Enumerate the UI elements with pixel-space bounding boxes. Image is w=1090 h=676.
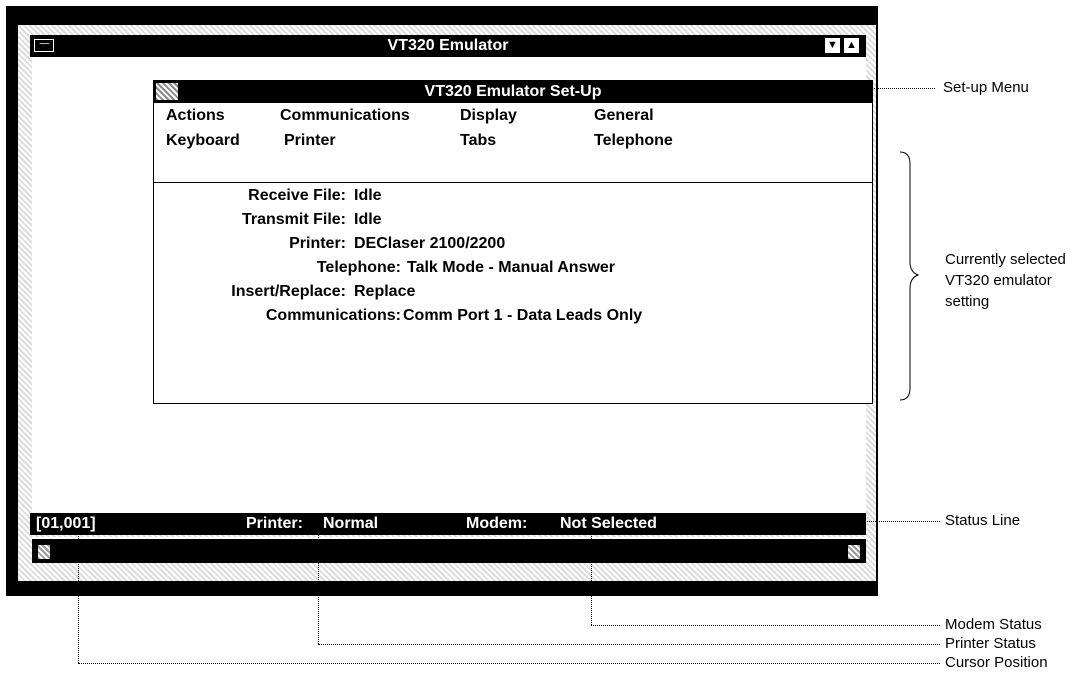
setting-value: DEClaser 2100/2200	[354, 235, 506, 252]
bracket-icon	[899, 151, 920, 401]
callout-status-line: Status Line	[945, 512, 1021, 529]
title-bar[interactable]: ~~ VT320 Emulator ▼ ▲	[30, 35, 866, 57]
minimize-button[interactable]: ▼	[824, 37, 841, 54]
modem-status-value: Not Selected	[560, 515, 657, 532]
printer-leader-v	[318, 528, 319, 644]
setup-title-bar[interactable]: VT320 Emulator Set-Up	[154, 81, 872, 103]
printer-status-label: Printer:	[246, 515, 303, 532]
setting-value: Talk Mode - Manual Answer	[407, 259, 616, 276]
setting-row: Telephone: Talk Mode - Manual Answer	[154, 259, 872, 281]
setup-dialog: VT320 Emulator Set-Up Actions Communicat…	[153, 80, 873, 404]
callout-cursor-position: Cursor Position	[945, 654, 1048, 671]
callout-current-setting-line3: setting	[945, 293, 990, 310]
setting-value: Idle	[354, 211, 382, 228]
callout-setup-menu: Set-up Menu	[943, 79, 1029, 96]
setting-label: Transmit File:	[241, 211, 346, 228]
modem-leader-h	[591, 625, 940, 626]
maximize-button[interactable]: ▲	[843, 37, 860, 54]
cursor-leader-h	[78, 663, 940, 664]
callout-current-setting-line1: Currently selected	[945, 251, 1066, 268]
setting-row: Insert/Replace: Replace	[154, 283, 872, 305]
printer-leader-h	[318, 644, 940, 645]
menu-display[interactable]: Display	[460, 107, 517, 125]
setup-title: VT320 Emulator Set-Up	[424, 83, 602, 100]
setting-row: Receive File: Idle	[154, 187, 872, 209]
horizontal-scrollbar[interactable]	[32, 537, 866, 563]
window-title: VT320 Emulator	[387, 37, 509, 54]
modem-leader-v	[591, 528, 592, 625]
setting-value: Replace	[354, 283, 416, 300]
modem-status-label: Modem:	[466, 515, 528, 532]
status-line-leader	[832, 521, 940, 522]
menu-divider	[154, 182, 872, 183]
setting-row: Printer: DEClaser 2100/2200	[154, 235, 872, 257]
callout-current-setting-line2: VT320 emulator	[945, 272, 1052, 289]
setting-row: Transmit File: Idle	[154, 211, 872, 233]
menu-actions[interactable]: Actions	[166, 107, 225, 125]
status-line: [01,001] Printer: Normal Modem: Not Sele…	[30, 513, 866, 535]
setting-label: Receive File:	[248, 187, 346, 204]
scroll-left-icon[interactable]	[38, 545, 50, 559]
menu-tabs[interactable]: Tabs	[460, 132, 496, 150]
printer-status-value: Normal	[323, 515, 379, 532]
menu-keyboard[interactable]: Keyboard	[166, 132, 240, 150]
menu-general[interactable]: General	[594, 107, 654, 125]
setting-value: Comm Port 1 - Data Leads Only	[403, 307, 643, 324]
callout-printer-status: Printer Status	[945, 635, 1036, 652]
callout-modem-status: Modem Status	[945, 616, 1042, 633]
menu-printer[interactable]: Printer	[284, 132, 336, 150]
cursor-leader-v	[78, 528, 79, 663]
setting-label: Communications:	[265, 307, 401, 324]
scroll-right-icon[interactable]	[848, 545, 860, 559]
setting-label: Printer:	[289, 235, 346, 252]
menu-communications[interactable]: Communications	[280, 107, 410, 125]
menu-telephone[interactable]: Telephone	[594, 132, 673, 150]
setting-value: Idle	[354, 187, 382, 204]
cursor-position: [01,001]	[36, 515, 96, 532]
setting-row: Communications: Comm Port 1 - Data Leads…	[154, 307, 872, 329]
setup-menu-leader	[865, 88, 935, 89]
setting-label: Insert/Replace:	[231, 283, 346, 300]
setting-label: Telephone:	[316, 259, 401, 276]
